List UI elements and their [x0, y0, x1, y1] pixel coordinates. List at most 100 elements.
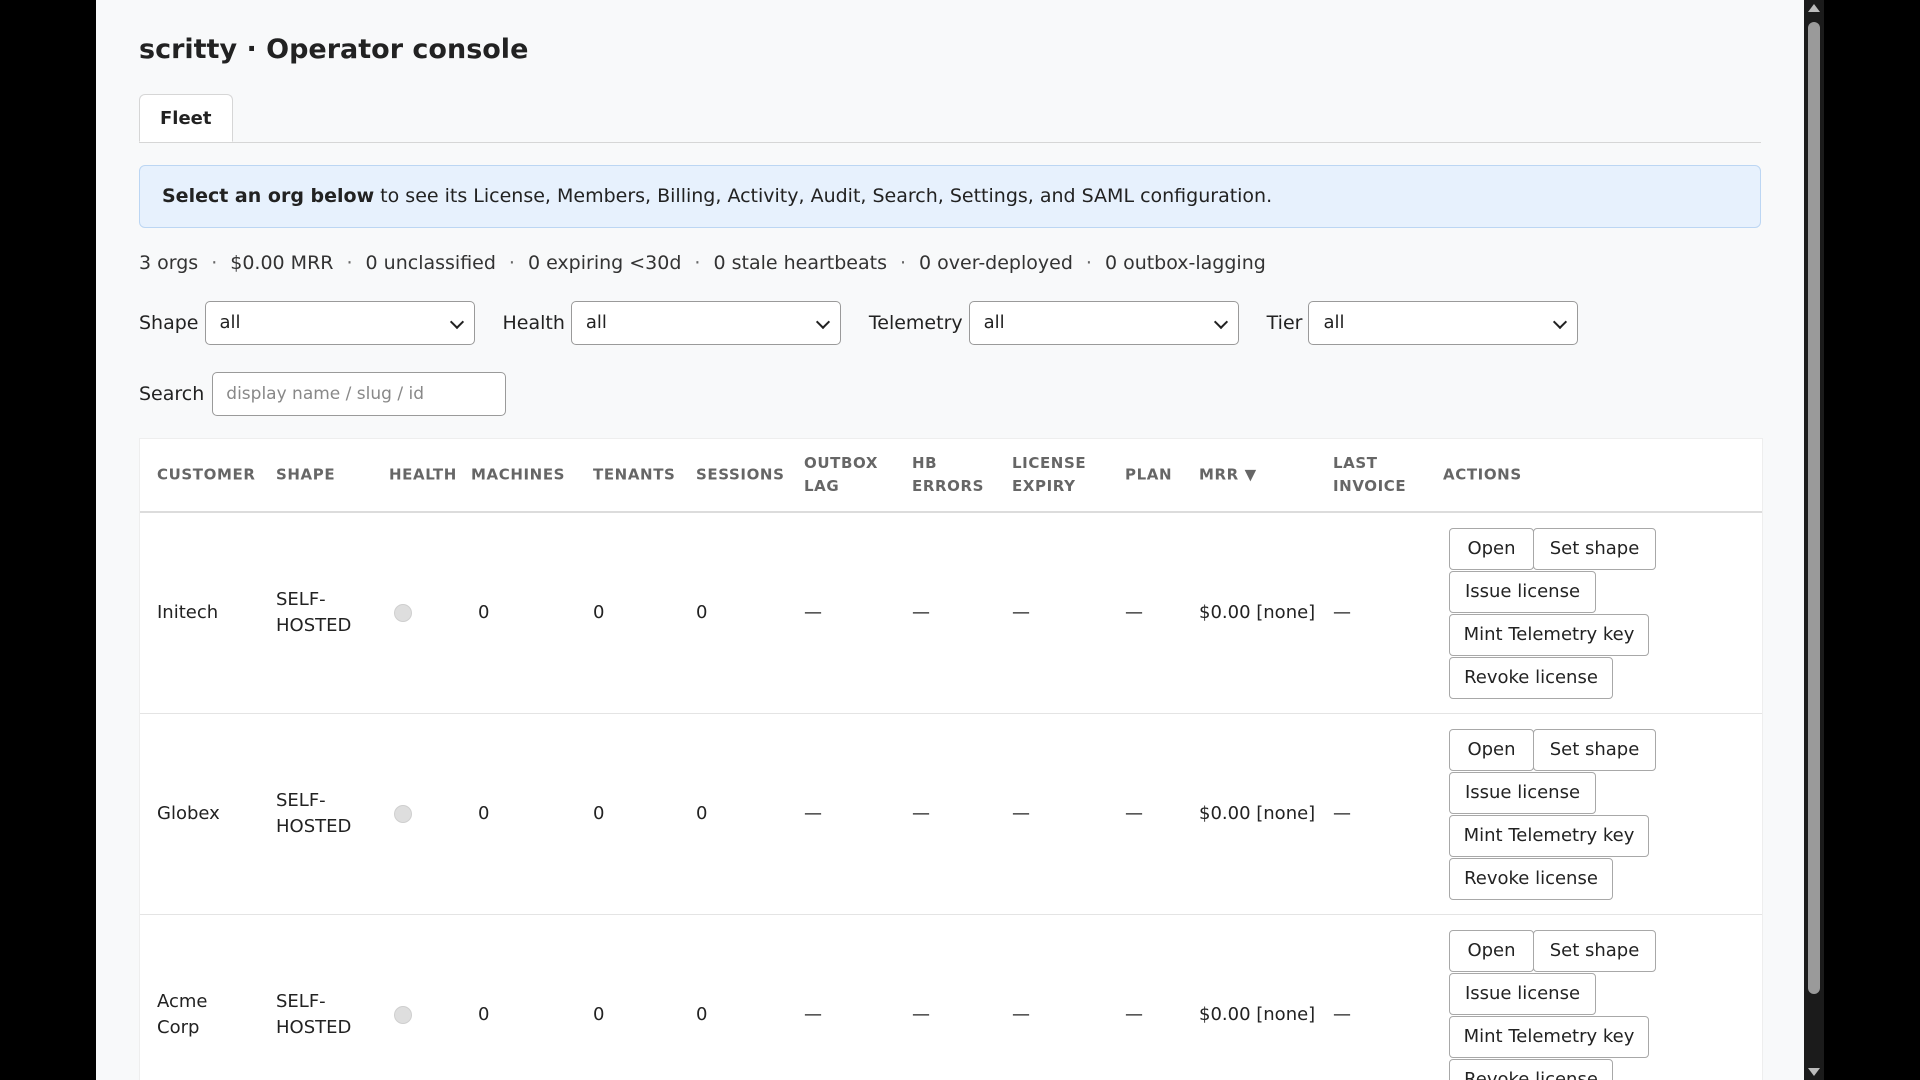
cell-license-expiry: —	[1012, 803, 1030, 824]
stat-separator: ·	[211, 252, 218, 274]
cell-customer: Acme Corp	[157, 991, 208, 1038]
tab-fleet[interactable]: Fleet	[139, 94, 233, 142]
filter-shape-select[interactable]: all	[204, 301, 475, 345]
filter-shape-value: all	[219, 312, 241, 333]
mint-telemetry-key-button[interactable]: Mint Telemetry key	[1449, 1016, 1649, 1058]
health-status-dot-icon	[394, 1006, 412, 1024]
filter-telemetry-label: Telemetry	[868, 312, 963, 334]
cell-sessions: 0	[696, 803, 708, 824]
stat-over-deployed: 0 over-deployed	[919, 252, 1073, 274]
open-button[interactable]: Open	[1449, 930, 1534, 972]
page-title: scritty · Operator console	[139, 34, 529, 65]
cell-tenants: 0	[593, 803, 605, 824]
stat-separator: ·	[694, 252, 701, 274]
cell-outbox-lag: —	[804, 803, 822, 824]
table-header: CUSTOMER SHAPE HEALTH MACHINES TENANTS SESSIO…	[140, 439, 1762, 513]
cell-sessions: 0	[696, 602, 708, 623]
set-shape-button[interactable]: Set shape	[1533, 729, 1656, 771]
set-shape-button[interactable]: Set shape	[1533, 930, 1656, 972]
filter-bar: Shape all Health all Telemetry all Tier …	[139, 300, 1606, 346]
info-banner-bold: Select an org below	[162, 185, 375, 207]
filter-health-label: Health	[502, 312, 565, 334]
scroll-up-arrow-icon[interactable]	[1808, 4, 1820, 12]
col-health: HEALTH	[389, 465, 457, 484]
cell-hb-errors: —	[912, 803, 930, 824]
orgs-table: CUSTOMER SHAPE HEALTH MACHINES TENANTS SESSIO…	[139, 438, 1763, 1080]
chevron-down-icon	[1213, 314, 1228, 330]
chevron-down-icon	[815, 314, 830, 330]
cell-shape: SELF- HOSTED	[276, 991, 352, 1038]
stat-stale-heartbeats: 0 stale heartbeats	[713, 252, 887, 274]
filter-health-select[interactable]: all	[570, 301, 841, 345]
cell-customer: Initech	[157, 602, 219, 623]
col-hb-errors: HB ERRORS	[912, 454, 985, 495]
mint-telemetry-key-button[interactable]: Mint Telemetry key	[1449, 815, 1649, 857]
stat-orgs: 3 orgs	[139, 252, 199, 274]
search-input[interactable]	[212, 372, 507, 416]
open-button[interactable]: Open	[1449, 528, 1534, 570]
cell-mrr: $0.00 [none]	[1199, 602, 1316, 623]
cell-hb-errors: —	[912, 602, 930, 623]
issue-license-button[interactable]: Issue license	[1449, 772, 1596, 814]
issue-license-button[interactable]: Issue license	[1449, 973, 1596, 1015]
cell-plan: —	[1125, 803, 1143, 824]
cell-last-invoice: —	[1333, 1004, 1351, 1025]
stat-mrr: $0.00 MRR	[230, 252, 334, 274]
stat-unclassified: 0 unclassified	[365, 252, 496, 274]
table-row: Acme Corp SELF- HOSTED 0 0 0 — — — — $0.00 [none] — O…	[140, 915, 1762, 1080]
col-plan: PLAN	[1125, 465, 1173, 484]
col-tenants: TENANTS	[593, 465, 676, 484]
cell-customer: Globex	[157, 803, 220, 824]
filter-tier-label: Tier	[1266, 312, 1303, 334]
cell-outbox-lag: —	[804, 1004, 822, 1025]
filter-shape-label: Shape	[139, 312, 199, 334]
info-banner-text: to see its License, Members, Billing, Ac…	[374, 185, 1273, 207]
search-row: Search	[139, 372, 507, 416]
filter-health-value: all	[585, 312, 607, 333]
cell-mrr: $0.00 [none]	[1199, 803, 1316, 824]
chevron-down-icon	[449, 314, 464, 330]
mint-telemetry-key-button[interactable]: Mint Telemetry key	[1449, 614, 1649, 656]
stat-separator: ·	[1085, 252, 1092, 274]
filter-tier-value: all	[1323, 312, 1345, 333]
cell-license-expiry: —	[1012, 602, 1030, 623]
console-page: scritty · Operator console Fleet Select …	[96, 0, 1804, 1080]
revoke-license-button[interactable]: Revoke license	[1449, 858, 1613, 900]
cell-sessions: 0	[696, 1004, 708, 1025]
filter-telemetry-value: all	[983, 312, 1005, 333]
stat-separator: ·	[346, 252, 353, 274]
stat-separator: ·	[508, 252, 515, 274]
revoke-license-button[interactable]: Revoke license	[1449, 657, 1613, 699]
col-sessions: SESSIONS	[696, 465, 785, 484]
col-customer: CUSTOMER	[157, 465, 256, 484]
cell-shape: SELF- HOSTED	[276, 790, 352, 837]
table-row: Globex SELF- HOSTED 0 0 0 — — — — $0.00 [none] — Ope…	[140, 714, 1762, 915]
col-actions: ACTIONS	[1443, 465, 1522, 484]
filter-tier-select[interactable]: all	[1308, 301, 1579, 345]
filter-telemetry-select[interactable]: all	[968, 301, 1239, 345]
table-body: Initech SELF- HOSTED 0 0 0 — — — — $0.00 [none] — Op…	[140, 513, 1762, 1080]
stat-separator: ·	[899, 252, 907, 274]
issue-license-button[interactable]: Issue license	[1449, 571, 1596, 613]
col-last-invoice: LAST INVOICE	[1333, 454, 1407, 495]
col-machines: MACHINES	[471, 465, 566, 484]
cell-mrr: $0.00 [none]	[1199, 1004, 1316, 1025]
col-mrr[interactable]: MRR ▼	[1199, 464, 1257, 487]
revoke-license-button[interactable]: Revoke license	[1449, 1059, 1613, 1080]
set-shape-button[interactable]: Set shape	[1533, 528, 1656, 570]
open-button[interactable]: Open	[1449, 729, 1534, 771]
cell-hb-errors: —	[912, 1004, 930, 1025]
col-license-expiry: LICENSE EXPIRY	[1012, 454, 1087, 495]
cell-tenants: 0	[593, 602, 605, 623]
scrollbar-thumb[interactable]	[1808, 22, 1820, 994]
vertical-scrollbar[interactable]	[1804, 0, 1824, 1080]
scroll-down-arrow-icon[interactable]	[1808, 1068, 1820, 1076]
cell-shape: SELF- HOSTED	[276, 589, 352, 636]
cell-last-invoice: —	[1333, 602, 1351, 623]
chevron-down-icon	[1553, 314, 1568, 330]
cell-machines: 0	[478, 1004, 490, 1025]
stat-expiring: 0 expiring <30d	[527, 252, 682, 274]
table-row: Initech SELF- HOSTED 0 0 0 — — — — $0.00 [none] — Op…	[140, 513, 1762, 714]
cell-outbox-lag: —	[804, 602, 822, 623]
health-status-dot-icon	[394, 604, 412, 622]
